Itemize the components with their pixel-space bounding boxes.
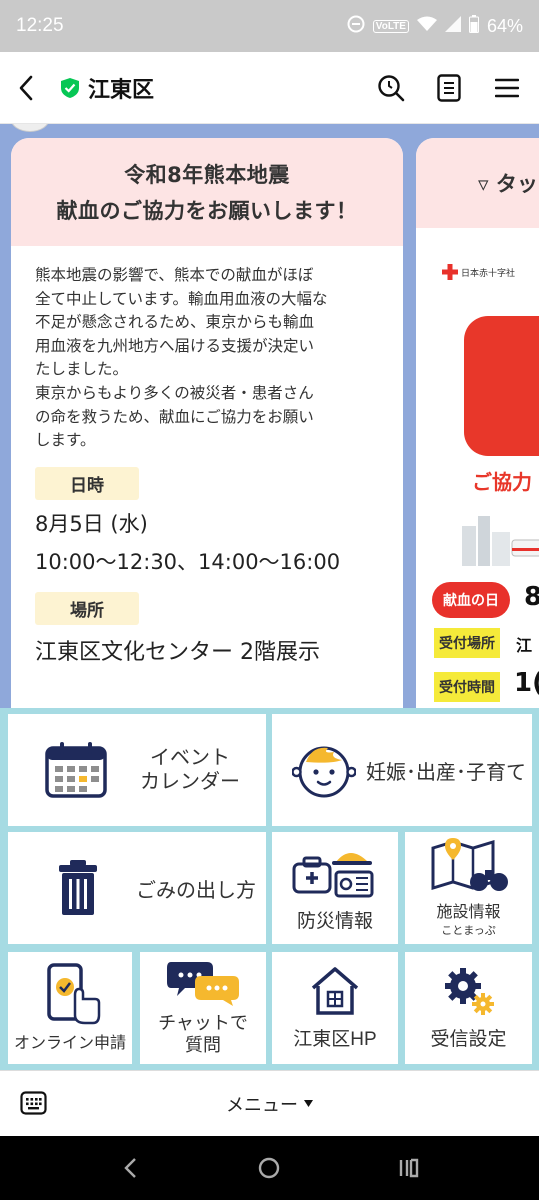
hamburger-icon	[495, 78, 519, 97]
event-calendar-label-line1: イベント	[150, 747, 230, 769]
card-body: 熊本地震の影響で、熊本での献血がほぼ 全て中止しています。輸血用血液の大幅な 不…	[11, 246, 403, 671]
battery-icon	[468, 14, 479, 38]
dnd-icon	[347, 15, 365, 38]
avatar[interactable]	[10, 124, 50, 132]
childcare-label: 妊娠･出産･子育て	[366, 761, 526, 784]
card-description: 熊本地震の影響で、熊本での献血がほぼ 全て中止しています。輸血用血液の大幅な 不…	[35, 266, 328, 450]
smartphone-tap-icon	[47, 963, 101, 1025]
garbage-button[interactable]: ごみの出し方	[8, 832, 266, 944]
battery-percent: 64%	[486, 15, 523, 36]
blood-day-badge: 献血の日	[432, 582, 510, 618]
chat-bubbles-icon	[167, 962, 239, 1006]
chat-question-label-line2: 質問	[184, 1035, 221, 1055]
search-icon	[378, 74, 405, 101]
chat-question-label: チャットで 質問	[158, 1012, 248, 1056]
menu-bar: メニュー	[0, 1070, 539, 1136]
notes-icon	[437, 73, 461, 102]
jrc-logo: 日本赤十字社	[442, 264, 515, 280]
page-title: 江東区	[88, 77, 155, 103]
notes-button[interactable]	[435, 73, 463, 102]
jrc-label: 日本赤十字社	[461, 268, 516, 279]
childcare-button[interactable]: 妊娠･出産･子育て	[272, 714, 532, 826]
event-date: 8月5日 (水)	[35, 511, 148, 536]
nav-back-button[interactable]	[110, 1148, 150, 1188]
chat-header: 江東区	[0, 52, 539, 124]
red-cross-icon	[442, 264, 458, 280]
message-card[interactable]: 令和8年熊本地震 献血のご協力をお願いします！ 熊本地震の影響で、熊本での献血が…	[11, 138, 403, 708]
event-calendar-button[interactable]: イベント カレンダー	[8, 714, 266, 826]
header-actions	[377, 73, 521, 102]
baby-face-icon	[292, 746, 356, 798]
event-calendar-label: イベント カレンダー	[140, 746, 240, 794]
nav-recents-button[interactable]	[389, 1148, 429, 1188]
reception-time-value: 1(	[514, 668, 539, 698]
verified-shield-icon	[61, 77, 79, 98]
notification-settings-label: 受信設定	[430, 1028, 507, 1050]
poster-graphic	[464, 316, 539, 456]
status-bar: 12:25 VoLTE 64%	[0, 0, 539, 52]
nav-home-button[interactable]	[249, 1148, 289, 1188]
online-application-label: オンライン申請	[13, 1035, 126, 1052]
house-icon	[311, 966, 359, 1015]
status-time: 12:25	[16, 15, 64, 36]
search-button[interactable]	[377, 74, 405, 102]
poster-subtitle: ご協力	[472, 470, 532, 494]
nav-recents-icon	[399, 1158, 419, 1178]
city-illustration	[462, 516, 539, 566]
nav-home-icon	[259, 1157, 280, 1179]
event-place: 江東区文化センター 2階展示	[35, 639, 320, 665]
koto-hp-button[interactable]: 江東区HP	[272, 952, 398, 1064]
reception-time-label: 受付時間	[434, 672, 500, 702]
triangle-down-icon	[304, 1100, 313, 1107]
rich-menu: イベント カレンダー 妊娠･出産･子育て ごみの出し方 防災情報 施設情報 こと…	[0, 708, 539, 1070]
menu-toggle[interactable]: メニュー	[226, 1091, 313, 1117]
calendar-icon	[45, 742, 107, 798]
disaster-info-button[interactable]: 防災情報	[272, 832, 398, 944]
date-tag: 日時	[35, 466, 139, 500]
koto-hp-label: 江東区HP	[293, 1028, 377, 1050]
blood-day-value: 8	[524, 582, 539, 612]
garbage-label: ごみの出し方	[136, 879, 256, 902]
back-button[interactable]	[18, 68, 46, 108]
card-header: 令和8年熊本地震 献血のご協力をお願いします！	[11, 138, 403, 246]
chat-question-button[interactable]: チャットで 質問	[140, 952, 266, 1064]
system-nav-bar	[0, 1136, 539, 1200]
card2-header: ▿ タッ	[416, 138, 539, 228]
chat-area[interactable]: 令和8年熊本地震 献血のご協力をお願いします！ 熊本地震の影響で、熊本での献血が…	[0, 124, 539, 708]
place-tag: 場所	[35, 591, 139, 625]
volte-badge: VoLTE	[372, 19, 409, 33]
status-icons: VoLTE 64%	[347, 14, 523, 38]
disaster-info-label: 防災情報	[296, 910, 373, 932]
event-time: 10:00〜12:30、14:00〜16:00	[35, 549, 341, 574]
online-application-button[interactable]: オンライン申請	[8, 952, 132, 1064]
menu-toggle-label: メニュー	[226, 1094, 298, 1116]
notification-settings-button[interactable]: 受信設定	[405, 952, 532, 1064]
keyboard-icon[interactable]	[20, 1091, 47, 1115]
wifi-icon	[416, 16, 437, 37]
card-title-line2: 献血のご協力をお願いします！	[56, 199, 358, 223]
disaster-kit-icon	[292, 852, 374, 897]
hamburger-menu-button[interactable]	[493, 74, 521, 102]
reception-place-value: 江	[516, 636, 533, 655]
chevron-left-icon	[19, 75, 33, 100]
event-calendar-label-line2: カレンダー	[140, 771, 240, 793]
nav-back-icon	[124, 1158, 136, 1178]
facility-info-button[interactable]: 施設情報 ことまっぷ	[405, 832, 532, 944]
chat-question-label-line1: チャットで	[158, 1013, 248, 1033]
message-card-2[interactable]: ▿ タッ 日本赤十字社 ご協力 献血の日 8 受付場所 江 受付時間 1(	[416, 138, 539, 708]
reception-place-label: 受付場所	[434, 628, 500, 658]
signal-icon	[444, 15, 461, 37]
gear-icon	[444, 967, 494, 1015]
card-title-line1: 令和8年熊本地震	[124, 163, 290, 187]
trash-can-icon	[59, 860, 97, 915]
facility-info-sublabel: ことまっぷ	[441, 925, 496, 937]
facility-info-label: 施設情報	[436, 904, 501, 921]
map-binoculars-icon	[431, 838, 508, 891]
